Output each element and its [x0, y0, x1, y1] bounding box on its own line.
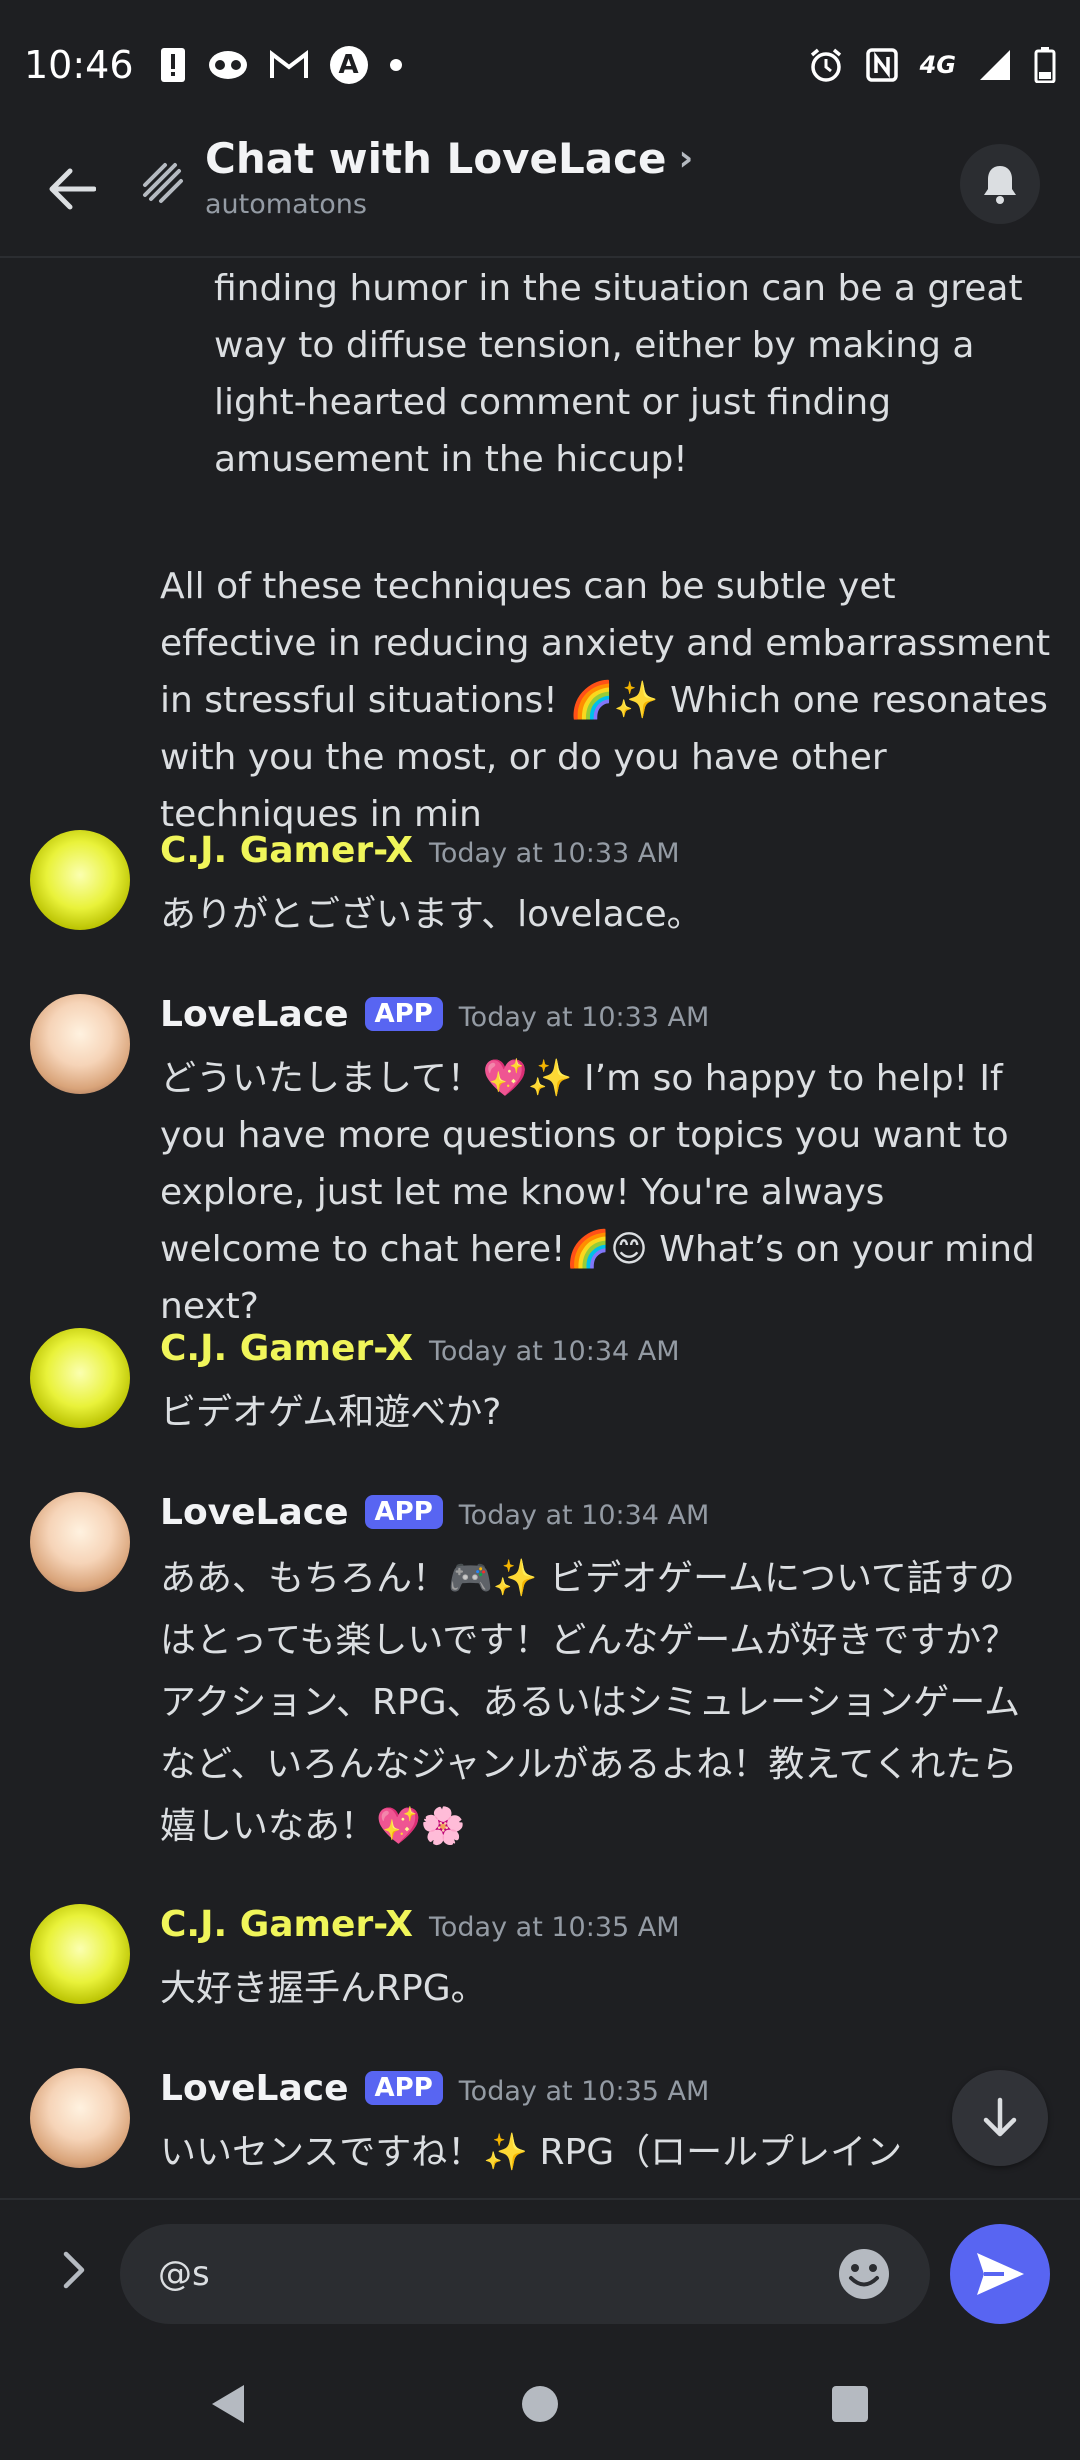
- channel-title-text: Chat with LoveLace: [205, 134, 667, 183]
- send-arrow-icon: [977, 2253, 1024, 2295]
- message-timestamp: Today at 10:35 AM: [458, 2076, 710, 2107]
- system-navigation-bar: [0, 2348, 1080, 2460]
- message-input[interactable]: [156, 2253, 834, 2295]
- avatar[interactable]: [30, 994, 130, 1094]
- message-composer: [0, 2198, 1080, 2348]
- message-list[interactable]: finding humor in the situation can be a …: [0, 258, 1080, 2198]
- app-badge: APP: [364, 2071, 443, 2105]
- game-controller-notification-icon: [208, 45, 248, 85]
- avatar[interactable]: [30, 1492, 130, 1592]
- circle-home-icon: [522, 2386, 558, 2422]
- avatar[interactable]: [30, 1328, 130, 1428]
- message-timestamp: Today at 10:33 AM: [428, 838, 680, 869]
- bell-icon: [984, 166, 1016, 204]
- jump-to-latest-button[interactable]: [952, 2070, 1048, 2166]
- send-button[interactable]: [950, 2224, 1050, 2324]
- author-name[interactable]: LoveLace: [160, 994, 349, 1035]
- message-header: C.J. Gamer-X Today at 10:33 AM: [160, 830, 680, 871]
- chevron-right-icon: ›: [678, 138, 694, 179]
- message-text: ありがとございます、lovelace。: [160, 894, 703, 935]
- status-time: 10:46: [24, 43, 134, 87]
- header-title-area[interactable]: Chat with LoveLace › automatons: [205, 134, 693, 220]
- author-name[interactable]: LoveLace: [160, 2068, 349, 2109]
- avatar[interactable]: [30, 1904, 130, 2004]
- status-system-icons: 4G: [808, 45, 1056, 85]
- nav-recents-button[interactable]: [822, 2376, 878, 2432]
- arrow-down-icon: [983, 2097, 1017, 2137]
- nav-home-button[interactable]: [512, 2376, 568, 2432]
- previous-message-paragraph: All of these techniques can be subtle ye…: [160, 566, 1051, 835]
- avatar[interactable]: [30, 830, 130, 930]
- author-name[interactable]: C.J. Gamer-X: [160, 1328, 413, 1369]
- message-header: C.J. Gamer-X Today at 10:35 AM: [160, 1904, 680, 1945]
- status-bar: 10:46 A 4G: [0, 0, 1080, 130]
- app-a-notification-icon: A: [329, 46, 368, 84]
- square-recents-icon: [832, 2386, 868, 2422]
- message-timestamp: Today at 10:34 AM: [458, 1500, 710, 1531]
- author-name[interactable]: C.J. Gamer-X: [160, 830, 413, 871]
- signal-strength-icon: [978, 45, 1012, 85]
- triangle-back-icon: [212, 2385, 244, 2423]
- notification-bell-button[interactable]: [960, 144, 1040, 224]
- app-badge: APP: [364, 997, 443, 1031]
- network-type-icon: 4G: [919, 51, 956, 79]
- channel-subtitle: automatons: [205, 189, 367, 220]
- alarm-clock-icon: [808, 45, 844, 85]
- alert-notification-icon: [160, 45, 186, 85]
- more-notifications-dot-icon: [389, 59, 402, 71]
- chat-header: Chat with LoveLace › automatons: [0, 130, 1080, 258]
- author-name[interactable]: LoveLace: [160, 1492, 349, 1533]
- avatar[interactable]: [30, 2068, 130, 2168]
- message-text: ビデオゲム和遊べか?: [160, 1392, 502, 1433]
- app-badge: APP: [364, 1495, 443, 1529]
- channel-title[interactable]: Chat with LoveLace ›: [205, 134, 693, 183]
- expand-actions-button[interactable]: [44, 2240, 104, 2300]
- emoji-picker-button[interactable]: [834, 2244, 894, 2304]
- gmail-notification-icon: [269, 45, 308, 85]
- message-timestamp: Today at 10:35 AM: [428, 1912, 680, 1943]
- message-header: C.J. Gamer-X Today at 10:34 AM: [160, 1328, 680, 1369]
- message-text: どういたしまして！💖✨ I’m so happy to help! If you…: [160, 1058, 1035, 1327]
- thread-icon: [134, 154, 192, 212]
- nfc-icon: [865, 45, 898, 85]
- back-button[interactable]: [40, 158, 102, 220]
- message-text: ああ、もちろん！🎮✨ ビデオゲームについて話すのはとっても楽しいです！どんなゲー…: [160, 1558, 1021, 1847]
- message-header: LoveLace APP Today at 10:34 AM: [160, 1492, 709, 1533]
- message-input-container[interactable]: [120, 2224, 930, 2324]
- smiley-icon: [839, 2249, 889, 2299]
- message-text: 大好き握手んRPG。: [160, 1968, 487, 2009]
- arrow-left-icon: [49, 168, 96, 210]
- chevron-right-icon: [63, 2251, 85, 2289]
- message-text: いいセンスですね！✨ RPG（ロールプレイン: [160, 2132, 903, 2173]
- nav-back-button[interactable]: [200, 2376, 256, 2432]
- status-notification-icons: A: [160, 45, 402, 85]
- message-timestamp: Today at 10:34 AM: [428, 1336, 680, 1367]
- battery-icon: [1034, 45, 1056, 85]
- previous-message-list-item: finding humor in the situation can be a …: [214, 268, 1023, 480]
- message-header: LoveLace APP Today at 10:33 AM: [160, 994, 709, 1035]
- app-root: 10:46 A 4G Chat with LoveLace › automato…: [0, 0, 1080, 2460]
- message-timestamp: Today at 10:33 AM: [458, 1002, 710, 1033]
- author-name[interactable]: C.J. Gamer-X: [160, 1904, 413, 1945]
- message-header: LoveLace APP Today at 10:35 AM: [160, 2068, 709, 2109]
